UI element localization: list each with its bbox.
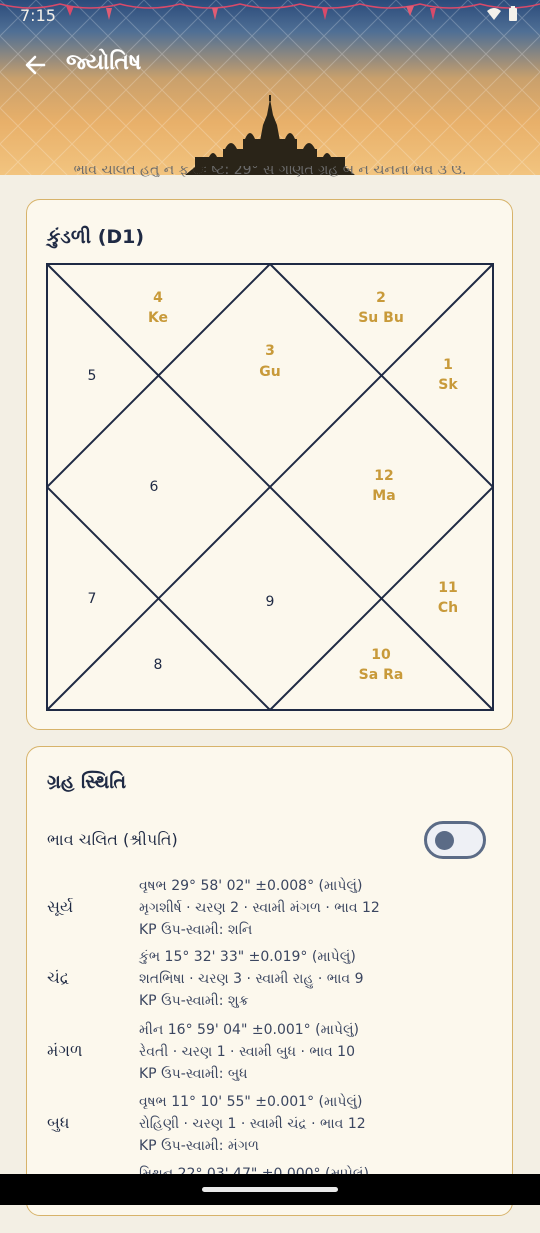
house-7-number: 7	[88, 591, 97, 607]
planet-kp-sublord: KP ઉપ-સ્વામી: બુધ	[139, 1066, 248, 1082]
planet-position: વૃષભ 11° 10' 55" ±0.001° (માપેલું)	[139, 1094, 363, 1110]
grah-title: ગ્રહ સ્થિતિ	[47, 771, 127, 793]
planet-name: સૂર્ય	[47, 897, 74, 916]
house-12-planets: Ma	[372, 488, 395, 504]
app-header: 7:15 જ્યોતિષ	[0, 0, 540, 175]
planet-nakshatra: શતભિષા · ચરણ 3 · સ્વામી રાહુ · ભાવ 9	[139, 971, 364, 987]
house-4-number: 4	[153, 290, 163, 306]
bhav-chalit-toggle[interactable]	[424, 821, 486, 859]
house-4-planets: Ke	[148, 310, 168, 326]
planet-nakshatra: રેવતી · ચરણ 1 · સ્વામી બુધ · ભાવ 10	[139, 1044, 355, 1060]
planet-row: મંગળ મીન 16° 59' 04" ±0.001° (માપેલું) ર…	[27, 1019, 514, 1089]
planet-nakshatra: મૃગશીર્ષ · ચરણ 2 · સ્વામી મંગળ · ભાવ 12	[139, 900, 380, 916]
house-2-planets: Su Bu	[358, 310, 404, 326]
battery-icon	[509, 6, 517, 21]
kundli-card: કુંડળી (D1) 1 Sk 2 Su Bu 3 Gu 4 Ke 5 6 7…	[26, 199, 513, 730]
house-2-number: 2	[376, 290, 386, 306]
clipped-description: ભાવ ચલિત હેતુ ન ફ ઃ ષ્ટ: 29° સ ગણિત ગ્રહ…	[73, 166, 467, 178]
planet-row: ચંદ્ર કુંભ 15° 32' 33" ±0.019° (માપેલું)…	[27, 946, 514, 1016]
status-bar: 7:15	[0, 0, 540, 32]
house-1-planets: Sk	[438, 377, 458, 393]
system-nav-bar	[0, 1174, 540, 1205]
wifi-icon	[487, 8, 501, 20]
planet-kp-sublord: KP ઉપ-સ્વામી: મંગળ	[139, 1138, 259, 1154]
toggle-knob	[435, 831, 454, 850]
home-handle[interactable]	[202, 1187, 338, 1192]
house-12-number: 12	[374, 468, 393, 484]
grah-sthiti-card: ગ્રહ સ્થિતિ ભાવ ચલિત (શ્રીપતિ) સૂર્ય વૃષ…	[26, 746, 513, 1216]
planet-kp-sublord: KP ઉપ-સ્વામી: શુક્ર	[139, 993, 249, 1009]
planet-position: મીન 16° 59' 04" ±0.001° (માપેલું)	[139, 1022, 360, 1038]
house-11-planets: Ch	[438, 600, 458, 616]
house-5-number: 5	[88, 368, 97, 384]
planet-name: મંગળ	[47, 1041, 83, 1060]
planet-kp-sublord: KP ઉપ-સ્વામી: શનિ	[139, 922, 253, 938]
house-8-number: 8	[154, 657, 163, 673]
planet-nakshatra: રોહિણી · ચરણ 1 · સ્વામી ચંદ્ર · ભાવ 12	[139, 1116, 366, 1132]
house-11-number: 11	[438, 580, 457, 596]
page-title: જ્યોતિષ	[66, 50, 142, 75]
house-1-number: 1	[443, 357, 453, 373]
planet-position: કુંભ 15° 32' 33" ±0.019° (માપેલું)	[139, 949, 356, 965]
planet-position: વૃષભ 29° 58' 02" ±0.008° (માપેલું)	[139, 878, 363, 894]
planet-name: ચંદ્ર	[47, 968, 70, 987]
house-3-planets: Gu	[259, 364, 280, 380]
house-9-number: 9	[266, 594, 275, 610]
house-10-number: 10	[371, 647, 391, 663]
planet-row: સૂર્ય વૃષભ 29° 58' 02" ±0.008° (માપેલું)…	[27, 875, 514, 945]
back-arrow-icon[interactable]	[22, 50, 52, 80]
bhav-chalit-label: ભાવ ચલિત (શ્રીપતિ)	[47, 830, 178, 849]
planet-row: બુધ વૃષભ 11° 10' 55" ±0.001° (માપેલું) ર…	[27, 1091, 514, 1161]
kundli-chart: 1 Sk 2 Su Bu 3 Gu 4 Ke 5 6 7 8 9 10 Sa R…	[46, 263, 494, 711]
planet-name: બુધ	[47, 1113, 70, 1132]
temple-illustration	[185, 95, 355, 175]
status-time: 7:15	[20, 6, 56, 25]
house-6-number: 6	[150, 479, 159, 495]
house-10-planets: Sa Ra	[359, 667, 404, 683]
house-3-number: 3	[265, 343, 275, 359]
kundli-title: કુંડળી (D1)	[47, 226, 145, 248]
